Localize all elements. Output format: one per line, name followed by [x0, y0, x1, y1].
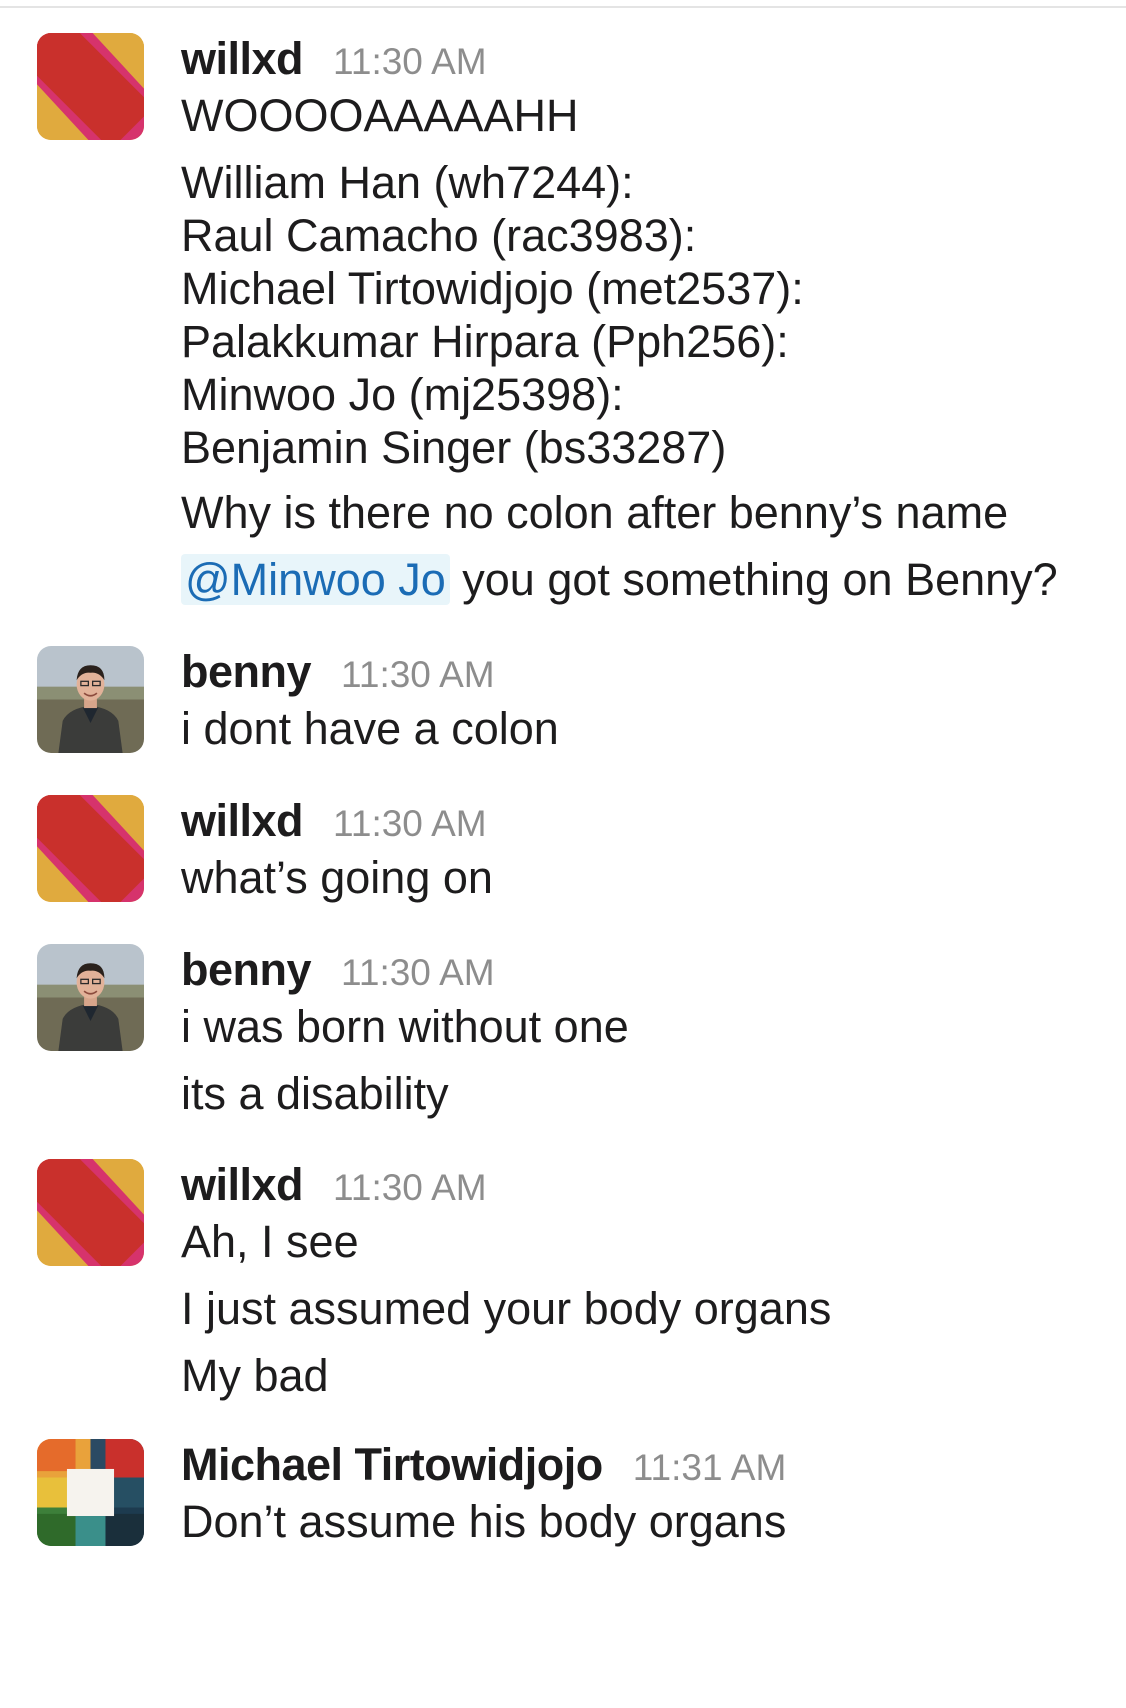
member-list-item: Raul Camacho (rac3983):: [181, 210, 697, 261]
message-text: Ah, I see: [181, 1216, 359, 1267]
user-mention[interactable]: @Minwoo Jo: [181, 554, 450, 605]
message-text: what’s going on: [181, 852, 493, 903]
member-list-item: William Han (wh7244):: [181, 157, 634, 208]
message-text: i dont have a colon: [181, 703, 559, 754]
member-list-item: Minwoo Jo (mj25398):: [181, 369, 624, 420]
willxd-avatar[interactable]: [37, 33, 144, 140]
willxd-avatar[interactable]: [37, 1159, 144, 1266]
message-text: its a disability: [181, 1068, 449, 1119]
timestamp[interactable]: 11:30 AM: [333, 803, 487, 845]
author-name[interactable]: benny: [181, 944, 312, 996]
message-text: Why is there no colon after benny’s name: [181, 487, 1009, 538]
timestamp[interactable]: 11:30 AM: [341, 952, 495, 994]
author-name[interactable]: Michael Tirtowidjojo: [181, 1439, 603, 1491]
michael-avatar[interactable]: [37, 1439, 144, 1546]
benny-photo-avatar[interactable]: [37, 646, 144, 753]
member-list: William Han (wh7244): Raul Camacho (rac3…: [181, 156, 1106, 474]
message-text: WOOOOAAAAAHH: [181, 90, 579, 141]
timestamp[interactable]: 11:31 AM: [633, 1447, 787, 1489]
timestamp[interactable]: 11:30 AM: [333, 41, 487, 83]
benny-photo-avatar[interactable]: [37, 944, 144, 1051]
willxd-avatar[interactable]: [37, 795, 144, 902]
author-name[interactable]: willxd: [181, 1159, 304, 1211]
message-text: @Minwoo Jo you got something on Benny?: [181, 551, 1106, 608]
timestamp[interactable]: 11:30 AM: [333, 1167, 487, 1209]
message-text: Don’t assume his body organs: [181, 1496, 787, 1547]
author-name[interactable]: willxd: [181, 33, 304, 85]
message-text-fragment: you got something on Benny?: [449, 554, 1058, 605]
author-name[interactable]: willxd: [181, 795, 304, 847]
member-list-item: Michael Tirtowidjojo (met2537):: [181, 263, 804, 314]
top-divider: [0, 0, 1126, 8]
author-name[interactable]: benny: [181, 646, 312, 698]
message-text: I just assumed your body organs: [181, 1283, 832, 1334]
message-text: My bad: [181, 1350, 329, 1401]
message-text: i was born without one: [181, 1001, 629, 1052]
member-list-item: Benjamin Singer (bs33287): [181, 422, 727, 473]
member-list-item: Palakkumar Hirpara (Pph256):: [181, 316, 789, 367]
timestamp[interactable]: 11:30 AM: [341, 654, 495, 696]
